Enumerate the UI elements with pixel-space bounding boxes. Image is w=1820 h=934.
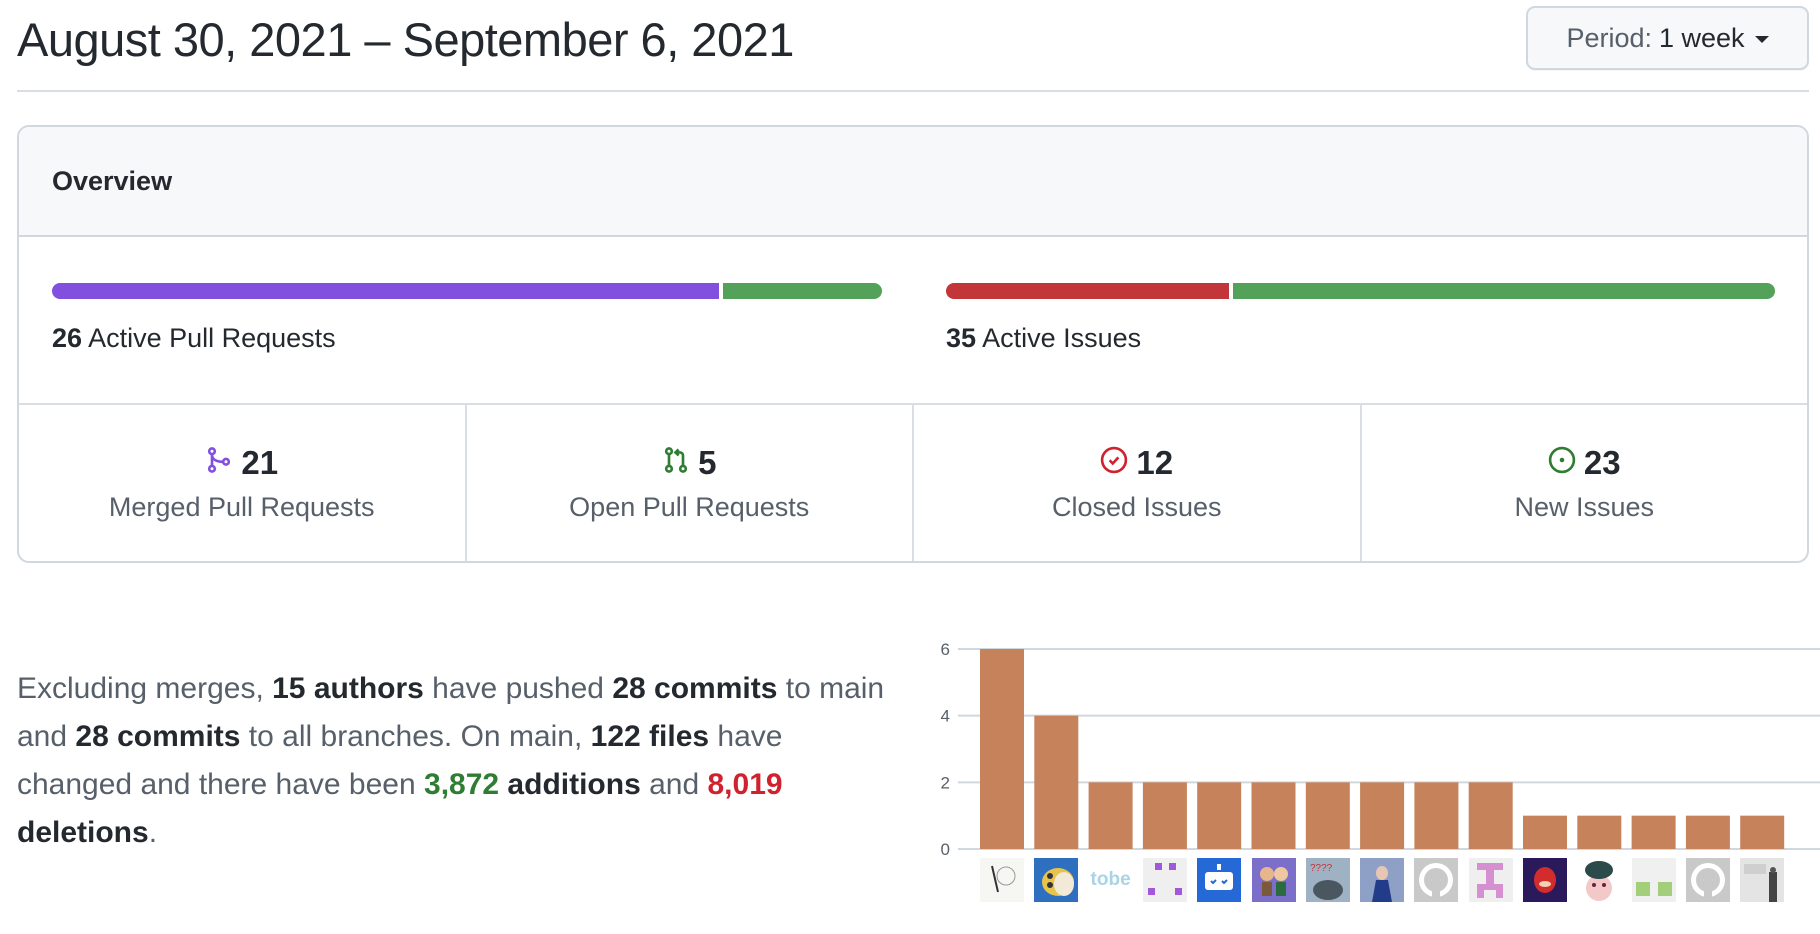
overview-bars: 26 Active Pull Requests 35 Active Issues: [19, 237, 1807, 405]
y-tick-label: 2: [941, 773, 950, 792]
issues-progress-bar: [946, 283, 1775, 299]
bar-8[interactable]: [1360, 782, 1405, 849]
y-tick-label: 4: [941, 707, 950, 726]
stat-open-pull-requests[interactable]: 5 Open Pull Requests: [467, 405, 914, 561]
bar-12[interactable]: [1577, 815, 1622, 849]
caret-down-icon: [1754, 36, 1769, 43]
pull-requests-merged-segment: [52, 283, 720, 299]
author-avatar-7[interactable]: ????: [1305, 858, 1350, 902]
closed-issues-label: Closed Issues: [1051, 491, 1222, 522]
open-pull-requests-label: Open Pull Requests: [569, 491, 810, 522]
period-value: 1 week: [1659, 22, 1745, 53]
author-avatar-13[interactable]: [1631, 858, 1676, 902]
active-issues-caption: 35 Active Issues: [946, 323, 1775, 354]
commits-by-author-chart: 0 2 4 6 tobe????: [930, 630, 1820, 934]
active-pull-requests-label: Active Pull Requests: [88, 323, 336, 353]
author-avatar-14[interactable]: [1685, 858, 1730, 902]
bar-14[interactable]: [1685, 815, 1730, 849]
summary-text: and: [640, 768, 708, 801]
issues-closed-segment: [946, 283, 1229, 299]
author-avatar-4[interactable]: [1142, 858, 1187, 902]
bar-6[interactable]: [1251, 782, 1296, 849]
active-issues-label: Active Issues: [982, 323, 1142, 353]
author-avatar-2[interactable]: [1034, 858, 1079, 902]
overview-box: Overview 26 Active Pull Requests 35 Acti…: [17, 125, 1809, 563]
summary-text: to all branches. On main,: [240, 720, 591, 753]
bar-9[interactable]: [1414, 782, 1459, 849]
svg-text:????: ????: [1310, 863, 1333, 874]
author-avatar-1[interactable]: [980, 858, 1024, 902]
deletions-count: 8,019: [707, 768, 783, 801]
commits-all-count: 28 commits: [75, 720, 241, 753]
deletions-label: deletions: [17, 816, 149, 849]
issue-opened-icon: [1548, 446, 1576, 479]
bar-4[interactable]: [1142, 782, 1187, 849]
active-issues[interactable]: 35 Active Issues: [946, 283, 1775, 354]
bar-1[interactable]: [980, 649, 1024, 849]
issues-new-segment: [1232, 283, 1775, 299]
summary-text: have pushed: [423, 672, 613, 705]
active-pull-requests[interactable]: 26 Active Pull Requests: [52, 283, 882, 354]
commit-summary: Excluding merges, 15 authors have pushed…: [17, 665, 897, 857]
commits-main-count: 28 commits: [612, 672, 778, 705]
date-range-title: August 30, 2021 – September 6, 2021: [17, 13, 794, 66]
author-avatar-11[interactable]: [1523, 858, 1567, 902]
merged-pull-requests-count: 21: [241, 443, 279, 481]
overview-stats: 21 Merged Pull Requests 5 Open Pull Requ…: [19, 405, 1807, 561]
closed-issues-count: 12: [1136, 443, 1174, 481]
pull-requests-progress-bar: [52, 283, 882, 299]
author-avatar-6[interactable]: [1251, 858, 1296, 902]
author-avatar-10[interactable]: [1468, 858, 1513, 902]
bar-11[interactable]: [1523, 815, 1567, 849]
active-issues-count: 35: [946, 323, 977, 353]
author-avatar-15[interactable]: [1740, 858, 1785, 902]
new-issues-label: New Issues: [1514, 491, 1655, 522]
authors-count: 15 authors: [272, 672, 424, 705]
stat-closed-issues[interactable]: 12 Closed Issues: [914, 405, 1362, 561]
git-pull-request-icon: [662, 446, 690, 479]
summary-text: Excluding merges,: [17, 672, 273, 705]
active-pull-requests-caption: 26 Active Pull Requests: [52, 323, 882, 354]
period-label: Period:: [1566, 22, 1652, 53]
bar-15[interactable]: [1740, 815, 1785, 849]
bar-10[interactable]: [1468, 782, 1513, 849]
y-tick-label: 6: [941, 640, 950, 659]
issue-closed-icon: [1100, 446, 1128, 479]
bar-3[interactable]: [1088, 782, 1133, 849]
overview-title: Overview: [52, 165, 173, 196]
summary-text: .: [148, 816, 158, 849]
page-header: August 30, 2021 – September 6, 2021 Peri…: [17, 0, 1809, 92]
author-avatar-8[interactable]: [1360, 858, 1405, 902]
active-pull-requests-count: 26: [52, 323, 83, 353]
y-tick-label: 0: [941, 840, 950, 859]
stat-new-issues[interactable]: 23 New Issues: [1362, 405, 1808, 561]
bar-13[interactable]: [1631, 815, 1676, 849]
bar-7[interactable]: [1305, 782, 1350, 849]
additions-label: additions: [499, 768, 641, 801]
stat-merged-pull-requests[interactable]: 21 Merged Pull Requests: [19, 405, 467, 561]
additions-count: 3,872: [424, 768, 500, 801]
new-issues-count: 23: [1583, 443, 1621, 481]
bar-5[interactable]: [1197, 782, 1242, 849]
git-merge-icon: [205, 446, 233, 479]
open-pull-requests-count: 5: [698, 443, 717, 481]
author-avatar-5[interactable]: [1197, 858, 1242, 902]
files-changed-count: 122 files: [590, 720, 710, 753]
merged-pull-requests-label: Merged Pull Requests: [108, 491, 375, 522]
pull-requests-open-segment: [723, 283, 882, 299]
author-avatar-12[interactable]: [1577, 858, 1622, 902]
bar-2[interactable]: [1034, 715, 1079, 849]
period-dropdown-button[interactable]: Period: 1 week: [1526, 6, 1809, 70]
author-avatar-9[interactable]: [1414, 858, 1459, 902]
overview-header: Overview: [19, 127, 1807, 237]
author-avatar-3[interactable]: tobe: [1088, 858, 1133, 902]
